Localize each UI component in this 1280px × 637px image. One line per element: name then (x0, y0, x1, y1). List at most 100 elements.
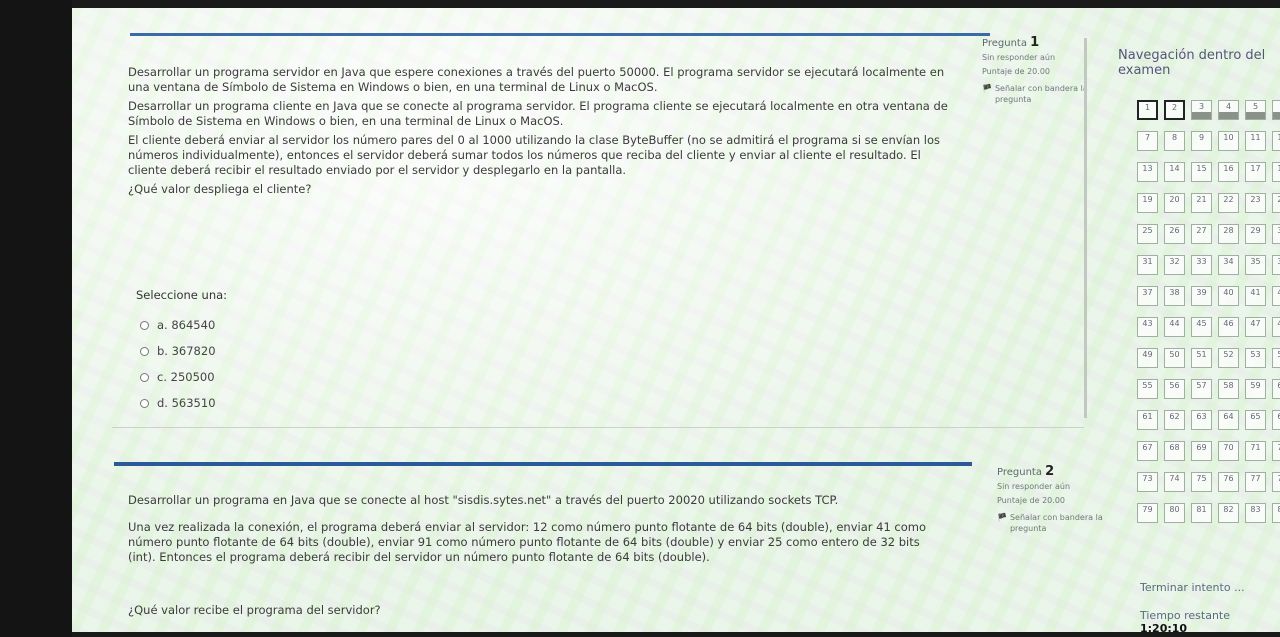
nav-question-43[interactable]: 43 (1137, 317, 1158, 337)
nav-question-46[interactable]: 46 (1218, 317, 1239, 337)
nav-question-number: 3 (1198, 102, 1205, 111)
nav-question-5[interactable]: 5 (1245, 100, 1266, 120)
nav-question-50[interactable]: 50 (1164, 348, 1185, 368)
nav-question-59[interactable]: 59 (1245, 379, 1266, 399)
nav-question-83[interactable]: 83 (1245, 503, 1266, 523)
nav-question-71[interactable]: 71 (1245, 441, 1266, 461)
nav-question-37[interactable]: 37 (1137, 286, 1158, 306)
nav-question-72[interactable]: 72 (1272, 441, 1280, 461)
nav-question-27[interactable]: 27 (1191, 224, 1212, 244)
flag-question-link[interactable]: 🏴 Señalar con bandera la pregunta (982, 83, 1092, 105)
nav-question-56[interactable]: 56 (1164, 379, 1185, 399)
nav-question-44[interactable]: 44 (1164, 317, 1185, 337)
nav-question-76[interactable]: 76 (1218, 472, 1239, 492)
question-divider (112, 427, 1084, 428)
nav-question-41[interactable]: 41 (1245, 286, 1266, 306)
nav-question-74[interactable]: 74 (1164, 472, 1185, 492)
nav-question-38[interactable]: 38 (1164, 286, 1185, 306)
nav-question-14[interactable]: 14 (1164, 162, 1185, 182)
nav-question-22[interactable]: 22 (1218, 193, 1239, 213)
nav-question-1[interactable]: 1 (1137, 100, 1158, 120)
nav-question-number: 27 (1196, 226, 1207, 235)
nav-question-81[interactable]: 81 (1191, 503, 1212, 523)
nav-question-4[interactable]: 4 (1218, 100, 1239, 120)
nav-question-61[interactable]: 61 (1137, 410, 1158, 430)
nav-question-32[interactable]: 32 (1164, 255, 1185, 275)
nav-question-35[interactable]: 35 (1245, 255, 1266, 275)
nav-question-21[interactable]: 21 (1191, 193, 1212, 213)
nav-question-number: 46 (1223, 319, 1234, 328)
nav-question-29[interactable]: 29 (1245, 224, 1266, 244)
nav-question-24[interactable]: 24 (1272, 193, 1280, 213)
nav-question-2[interactable]: 2 (1164, 100, 1185, 120)
nav-question-33[interactable]: 33 (1191, 255, 1212, 275)
nav-question-31[interactable]: 31 (1137, 255, 1158, 275)
nav-question-80[interactable]: 80 (1164, 503, 1185, 523)
nav-question-53[interactable]: 53 (1245, 348, 1266, 368)
nav-question-19[interactable]: 19 (1137, 193, 1158, 213)
nav-question-84[interactable]: 84 (1272, 503, 1280, 523)
nav-question-17[interactable]: 17 (1245, 162, 1266, 182)
nav-question-62[interactable]: 62 (1164, 410, 1185, 430)
nav-question-47[interactable]: 47 (1245, 317, 1266, 337)
nav-question-78[interactable]: 78 (1272, 472, 1280, 492)
nav-question-75[interactable]: 75 (1191, 472, 1212, 492)
nav-question-77[interactable]: 77 (1245, 472, 1266, 492)
nav-question-49[interactable]: 49 (1137, 348, 1158, 368)
nav-question-45[interactable]: 45 (1191, 317, 1212, 337)
radio-button[interactable] (140, 398, 149, 408)
nav-question-63[interactable]: 63 (1191, 410, 1212, 430)
nav-question-16[interactable]: 16 (1218, 162, 1239, 182)
quiz-navigation-panel: Navegación dentro del examen 12345678910… (1087, 26, 1280, 632)
nav-question-13[interactable]: 13 (1137, 162, 1158, 182)
nav-question-70[interactable]: 70 (1218, 441, 1239, 461)
radio-button[interactable] (140, 372, 149, 382)
nav-question-30[interactable]: 30 (1272, 224, 1280, 244)
answer-option-a[interactable]: a. 864540 (140, 312, 216, 338)
nav-question-26[interactable]: 26 (1164, 224, 1185, 244)
nav-question-11[interactable]: 11 (1245, 131, 1266, 151)
nav-question-51[interactable]: 51 (1191, 348, 1212, 368)
nav-question-40[interactable]: 40 (1218, 286, 1239, 306)
nav-question-28[interactable]: 28 (1218, 224, 1239, 244)
nav-question-34[interactable]: 34 (1218, 255, 1239, 275)
nav-question-64[interactable]: 64 (1218, 410, 1239, 430)
nav-question-6[interactable]: 6 (1272, 100, 1280, 120)
nav-question-58[interactable]: 58 (1218, 379, 1239, 399)
nav-question-39[interactable]: 39 (1191, 286, 1212, 306)
nav-question-67[interactable]: 67 (1137, 441, 1158, 461)
nav-question-36[interactable]: 36 (1272, 255, 1280, 275)
answer-option-c[interactable]: c. 250500 (140, 364, 216, 390)
nav-question-65[interactable]: 65 (1245, 410, 1266, 430)
nav-question-69[interactable]: 69 (1191, 441, 1212, 461)
nav-question-52[interactable]: 52 (1218, 348, 1239, 368)
nav-question-15[interactable]: 15 (1191, 162, 1212, 182)
radio-button[interactable] (140, 346, 149, 356)
nav-question-20[interactable]: 20 (1164, 193, 1185, 213)
nav-question-66[interactable]: 66 (1272, 410, 1280, 430)
nav-question-73[interactable]: 73 (1137, 472, 1158, 492)
answer-option-d[interactable]: d. 563510 (140, 390, 216, 416)
nav-question-82[interactable]: 82 (1218, 503, 1239, 523)
radio-button[interactable] (140, 320, 149, 330)
nav-question-48[interactable]: 48 (1272, 317, 1280, 337)
nav-question-57[interactable]: 57 (1191, 379, 1212, 399)
flag-icon: 🏴 (982, 84, 992, 93)
nav-question-18[interactable]: 18 (1272, 162, 1280, 182)
nav-question-25[interactable]: 25 (1137, 224, 1158, 244)
nav-question-68[interactable]: 68 (1164, 441, 1185, 461)
nav-question-8[interactable]: 8 (1164, 131, 1185, 151)
nav-question-9[interactable]: 9 (1191, 131, 1212, 151)
finish-attempt-link[interactable]: Terminar intento ... (1140, 581, 1245, 594)
nav-question-12[interactable]: 12 (1272, 131, 1280, 151)
nav-question-23[interactable]: 23 (1245, 193, 1266, 213)
nav-question-79[interactable]: 79 (1137, 503, 1158, 523)
nav-question-60[interactable]: 60 (1272, 379, 1280, 399)
nav-question-42[interactable]: 42 (1272, 286, 1280, 306)
nav-question-55[interactable]: 55 (1137, 379, 1158, 399)
nav-question-54[interactable]: 54 (1272, 348, 1280, 368)
nav-question-7[interactable]: 7 (1137, 131, 1158, 151)
nav-question-3[interactable]: 3 (1191, 100, 1212, 120)
nav-question-10[interactable]: 10 (1218, 131, 1239, 151)
answer-option-b[interactable]: b. 367820 (140, 338, 216, 364)
